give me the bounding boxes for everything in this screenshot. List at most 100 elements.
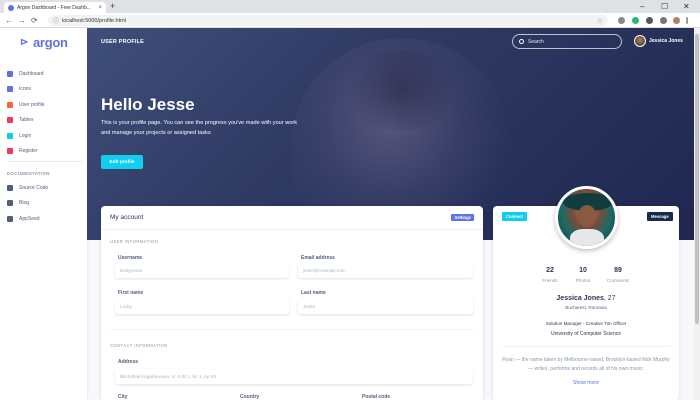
stat-value: 10 — [579, 267, 587, 274]
extension-icon[interactable] — [632, 17, 639, 24]
city-label: City — [118, 394, 128, 400]
profile-face — [578, 205, 596, 227]
cover-photo-shade — [342, 50, 462, 130]
avatar — [634, 35, 646, 47]
profile-name: Jessica Jones, 27 — [493, 295, 679, 302]
sidebar-item-user-profile[interactable]: User profile — [7, 97, 83, 113]
sidebar-item-label: Source Code — [19, 184, 49, 191]
address-bar: ← → ⟳ ⓘ localhost:5000/profile.html ☆ — [0, 13, 700, 28]
profile-avatar-icon[interactable] — [673, 17, 680, 24]
forward-button[interactable]: → — [18, 15, 26, 26]
tab-close-icon[interactable]: × — [98, 5, 102, 11]
search-input[interactable]: Search — [512, 34, 622, 49]
reload-button[interactable]: ⟳ — [31, 15, 38, 26]
sidebar: ⊳ argon Dashboard Icons User profile Tables… — [0, 28, 87, 400]
back-button[interactable]: ← — [5, 15, 13, 26]
minimize-button[interactable]: – — [640, 1, 644, 12]
site-info-icon[interactable]: ⓘ — [53, 16, 59, 25]
last-name-value: Jesse — [303, 304, 316, 309]
documentation-heading: DOCUMENTATION — [7, 171, 50, 176]
stat-comments: 89 Comments — [603, 267, 633, 283]
extension-icon[interactable] — [660, 17, 667, 24]
hero-greeting: Hello Jesse — [101, 95, 195, 114]
stat-label: Comments — [606, 278, 630, 283]
favicon-icon — [8, 4, 14, 11]
account-title: My account — [110, 214, 144, 221]
stat-label: Friends — [542, 278, 558, 283]
stat-label: Photos — [575, 278, 591, 283]
nav-icon — [7, 132, 13, 139]
email-field[interactable]: jesse@example.com — [298, 263, 473, 278]
profile-age: , 27 — [603, 295, 616, 302]
account-card: My account Settings USER INFORMATION Use… — [101, 206, 483, 400]
url-field[interactable]: ⓘ localhost:5000/profile.html ☆ — [48, 15, 608, 26]
sidebar-item-label: Icons — [19, 86, 31, 93]
edit-profile-button[interactable]: Edit profile — [101, 155, 143, 169]
sidebar-item-appseed[interactable]: AppSeed — [7, 211, 83, 227]
profile-picture[interactable] — [555, 186, 618, 249]
sidebar-item-icons[interactable]: Icons — [7, 82, 83, 98]
stat-friends: 22 Friends — [535, 267, 565, 283]
close-window-button[interactable]: ✕ — [683, 1, 690, 12]
sidebar-divider — [7, 161, 83, 162]
profile-divider — [502, 346, 670, 347]
profile-job: Solution Manager - Creative Tim Officer — [545, 321, 627, 326]
sidebar-item-label: User profile — [19, 101, 45, 108]
browser-tab[interactable]: Argon Dashboard - Free Dashb... × — [4, 2, 106, 13]
show-more-link[interactable]: Show more — [493, 380, 679, 386]
sidebar-item-label: Dashboard — [19, 70, 44, 77]
last-name-label: Last name — [301, 290, 326, 296]
section-divider — [110, 329, 474, 330]
extension-icon[interactable] — [618, 17, 625, 24]
email-value: jesse@example.com — [303, 268, 346, 273]
settings-button[interactable]: Settings — [451, 214, 474, 221]
menu-dots-icon[interactable] — [686, 17, 688, 24]
browser-tab-bar: Argon Dashboard - Free Dashb... × + – ☐ … — [0, 0, 700, 13]
username-label: Username — [118, 255, 143, 261]
stat-value: 89 — [614, 267, 622, 274]
connect-button[interactable]: Connect — [502, 212, 527, 221]
profile-location: Bucharest, Romania — [565, 305, 607, 310]
sidebar-item-dashboard[interactable]: Dashboard — [7, 66, 83, 82]
doc-icon — [7, 200, 13, 207]
profile-name-text: Jessica Jones — [556, 295, 604, 302]
profile-shirt — [570, 229, 604, 246]
sidebar-item-blog[interactable]: Blog — [7, 196, 83, 212]
sidebar-item-source-code[interactable]: Source Code — [7, 180, 83, 196]
maximize-button[interactable]: ☐ — [661, 1, 668, 12]
brand-logo[interactable]: ⊳ argon — [20, 35, 68, 50]
sidebar-item-login[interactable]: Login — [7, 128, 83, 144]
address-value: Bld Mihail Kogalniceanu, nr. 8 Bl 1, Sc … — [120, 374, 216, 379]
extension-icon[interactable] — [646, 17, 653, 24]
profile-education: University of Computer Science — [550, 331, 622, 337]
first-name-value: Lucky — [120, 304, 133, 309]
address-field[interactable]: Bld Mihail Kogalniceanu, nr. 8 Bl 1, Sc … — [115, 369, 473, 384]
email-label: Email address — [301, 255, 335, 261]
first-name-field[interactable]: Lucky — [115, 299, 289, 314]
first-name-label: First name — [118, 290, 144, 296]
page-title[interactable]: USER PROFILE — [101, 39, 144, 45]
message-button[interactable]: Message — [647, 212, 673, 221]
username-field[interactable]: lucky.jesse — [115, 263, 289, 278]
new-tab-button[interactable]: + — [110, 1, 115, 12]
stat-value: 22 — [546, 267, 554, 274]
scrollbar-thumb[interactable] — [695, 34, 699, 324]
account-card-header: My account Settings — [101, 206, 483, 230]
nav-icon — [7, 70, 13, 77]
stat-photos: 10 Photos — [568, 267, 598, 283]
nav-icon — [7, 101, 13, 108]
documentation-nav: Source Code Blog AppSeed — [7, 180, 83, 227]
doc-icon — [7, 215, 13, 222]
sidebar-item-label: AppSeed — [19, 215, 40, 222]
user-menu[interactable]: Jessica Jones — [634, 35, 683, 47]
sidebar-item-label: Register — [19, 148, 38, 155]
nav-icon — [7, 86, 13, 93]
sidebar-item-label: Login — [19, 132, 32, 139]
sidebar-item-tables[interactable]: Tables — [7, 113, 83, 129]
bookmark-star-icon[interactable]: ☆ — [597, 17, 603, 25]
contact-information-heading: CONTACT INFORMATION — [110, 343, 168, 348]
argon-logo-icon: ⊳ — [20, 36, 29, 48]
last-name-field[interactable]: Jesse — [298, 299, 473, 314]
user-information-heading: USER INFORMATION — [110, 239, 159, 244]
sidebar-item-register[interactable]: Register — [7, 144, 83, 160]
